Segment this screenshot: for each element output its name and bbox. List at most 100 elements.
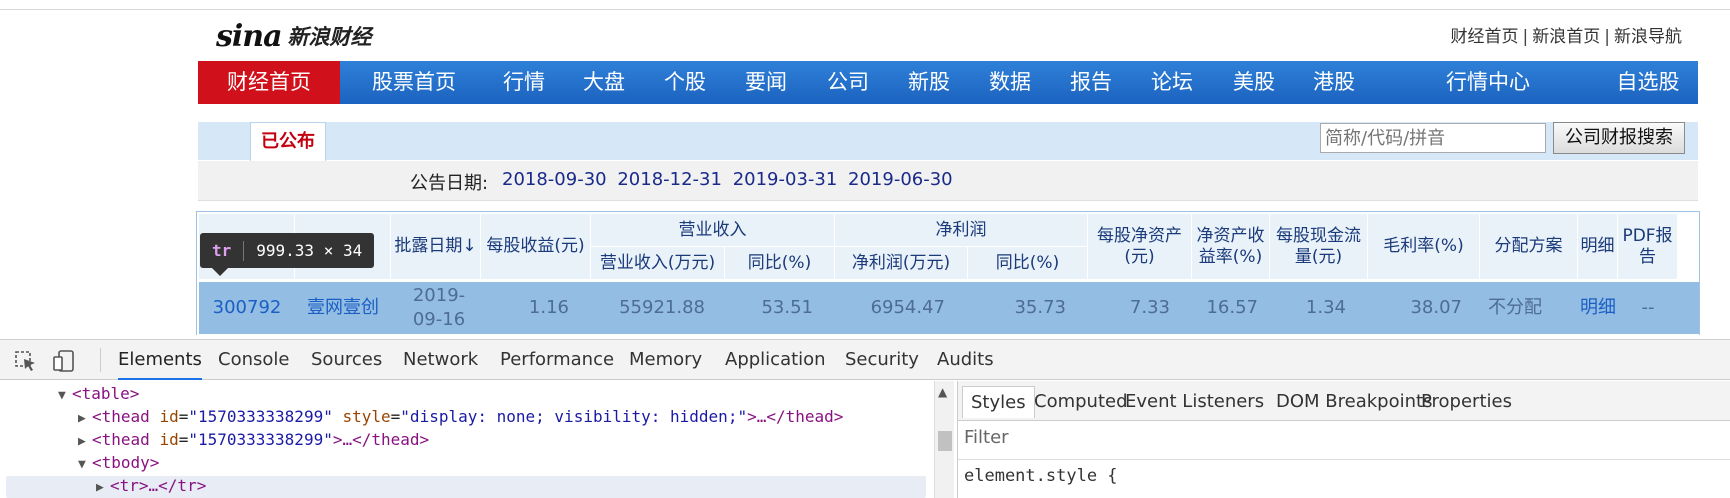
devtools-panel: Elements Console Sources Network Perform…	[0, 339, 1730, 498]
nav-item-stocks[interactable]: 个股	[655, 61, 715, 104]
device-toolbar-icon[interactable]	[52, 350, 76, 372]
nav-item-watchlist[interactable]: 自选股	[1598, 61, 1698, 104]
logo-wordmark: sina	[216, 18, 283, 54]
header-date[interactable]: 批露日期↓	[391, 214, 481, 280]
nav-item-us-stock[interactable]: 美股	[1224, 61, 1284, 104]
nav-item-new-stock[interactable]: 新股	[899, 61, 959, 104]
link-finance-home[interactable]: 财经首页	[1451, 27, 1519, 47]
dom-attr-value: "1570333338299"	[188, 430, 333, 449]
tab-sources[interactable]: Sources	[311, 340, 382, 380]
nav-item-finance-home[interactable]: 财经首页	[198, 61, 340, 104]
scroll-up-icon[interactable]: ▲	[938, 385, 947, 399]
date-link[interactable]: 2019-03-31	[733, 169, 838, 190]
report-subbar: 已公布 公司财报搜索	[198, 122, 1698, 161]
dom-node-thead-hidden[interactable]: ▶ <thead id="1570333338299" style="displa…	[78, 406, 843, 428]
link-separator: |	[1522, 27, 1529, 47]
tab-security[interactable]: Security	[845, 340, 919, 380]
inspect-element-icon[interactable]	[14, 350, 38, 372]
date-link[interactable]: 2018-12-31	[617, 169, 722, 190]
header-bvps[interactable]: 每股净资产(元)	[1088, 214, 1192, 280]
cell-dividend: 不分配	[1488, 297, 1542, 318]
scroll-thumb[interactable]	[938, 431, 952, 451]
tab-memory[interactable]: Memory	[629, 340, 702, 380]
tab-application[interactable]: Application	[725, 340, 826, 380]
header-gross-margin[interactable]: 毛利率(%)	[1368, 214, 1480, 280]
inspect-tooltip: tr 999.33 × 34	[200, 233, 375, 276]
styles-pane: Styles Computed Event Listeners DOM Brea…	[957, 381, 1730, 498]
header-roe[interactable]: 净资产收益率(%)	[1192, 214, 1270, 280]
collapse-triangle-icon[interactable]: ▼	[78, 454, 92, 476]
header-detail[interactable]: 明细	[1578, 214, 1618, 280]
main-nav: 财经首页 股票首页 行情 大盘 个股 要闻 公司 新股 数据 报告 论坛 美股 …	[198, 61, 1698, 104]
financial-report-table: 代码 名称 批露日期↓ 每股收益(元) 营业收入 营业收入(万元) 同比(%) …	[196, 211, 1700, 335]
dom-attr: style	[342, 407, 391, 426]
collapse-triangle-icon[interactable]: ▼	[58, 385, 72, 407]
dom-node-table[interactable]: ▼ <table>	[58, 383, 139, 405]
tooltip-size: 999.33 × 34	[256, 241, 363, 260]
header-profit[interactable]: 净利润(万元)	[835, 247, 968, 280]
header-revenue-yoy[interactable]: 同比(%)	[725, 247, 835, 280]
cell-revenue: 55921.88	[619, 297, 705, 318]
nav-item-market-center[interactable]: 行情中心	[1438, 61, 1538, 104]
header-cfps[interactable]: 每股现金流量(元)	[1270, 214, 1368, 280]
header-profit-group: 净利润	[835, 214, 1088, 247]
cell-cfps: 1.34	[1305, 297, 1346, 318]
nav-item-quotes[interactable]: 行情	[494, 61, 554, 104]
dom-scrollbar[interactable]: ▲	[934, 381, 954, 498]
tab-audits[interactable]: Audits	[937, 340, 994, 380]
header-dividend[interactable]: 分配方案	[1480, 214, 1578, 280]
tab-properties[interactable]: Properties	[1413, 386, 1520, 418]
report-search-button[interactable]: 公司财报搜索	[1553, 122, 1685, 154]
nav-item-forum[interactable]: 论坛	[1142, 61, 1202, 104]
cell-profit-yoy: 35.73	[1014, 297, 1066, 318]
cell-code[interactable]: 300792	[199, 282, 295, 334]
link-sina-home[interactable]: 新浪首页	[1532, 27, 1600, 47]
tab-elements[interactable]: Elements	[118, 340, 202, 380]
dom-tag: <table>	[72, 384, 140, 403]
expand-triangle-icon[interactable]: ▶	[78, 431, 92, 453]
nav-item-data[interactable]: 数据	[980, 61, 1040, 104]
tab-performance[interactable]: Performance	[500, 340, 614, 380]
nav-item-market[interactable]: 大盘	[574, 61, 634, 104]
sina-finance-logo[interactable]: sina 新浪财经	[216, 14, 372, 58]
stock-search-input[interactable]	[1320, 123, 1546, 153]
dom-node-tr[interactable]: ▶ <tr>…</tr>	[96, 475, 206, 497]
dom-attr: id	[159, 430, 179, 449]
nav-item-news[interactable]: 要闻	[736, 61, 796, 104]
dom-tag: <thead	[92, 407, 150, 426]
date-label: 公告日期:	[410, 173, 489, 194]
tab-event-listeners[interactable]: Event Listeners	[1117, 386, 1272, 418]
toolbar-divider	[100, 348, 101, 372]
header-eps[interactable]: 每股收益(元)	[481, 214, 591, 280]
cell-detail-link[interactable]: 明细	[1578, 282, 1618, 334]
nav-item-company[interactable]: 公司	[818, 61, 878, 104]
dom-node-tbody[interactable]: ▼ <tbody>	[78, 452, 159, 474]
expand-triangle-icon[interactable]: ▶	[96, 477, 110, 498]
link-sina-nav[interactable]: 新浪导航	[1614, 27, 1682, 47]
date-link[interactable]: 2019-06-30	[848, 169, 953, 190]
announcement-date-bar: 公告日期: 2018-09-30 2018-12-31 2019-03-31 2…	[198, 161, 1698, 201]
nav-item-reports[interactable]: 报告	[1061, 61, 1121, 104]
dom-node-thead[interactable]: ▶ <thead id="1570333338299">…</thead>	[78, 429, 429, 451]
nav-item-stock-home[interactable]: 股票首页	[364, 61, 464, 104]
cell-name[interactable]: 壹网壹创	[295, 282, 391, 334]
element-style-rule[interactable]: element.style {	[964, 466, 1118, 486]
tab-network[interactable]: Network	[403, 340, 478, 380]
styles-filter-input[interactable]: Filter	[964, 427, 1009, 448]
dom-attr: id	[159, 407, 179, 426]
dom-attr-value: "1570333338299"	[188, 407, 333, 426]
cell-pdf[interactable]: --	[1618, 282, 1678, 334]
header-revenue[interactable]: 营业收入(万元)	[591, 247, 725, 280]
nav-item-hk-stock[interactable]: 港股	[1304, 61, 1364, 104]
link-separator: |	[1604, 27, 1610, 47]
header-profit-yoy[interactable]: 同比(%)	[968, 247, 1088, 280]
tab-styles[interactable]: Styles	[962, 386, 1035, 418]
cell-date: 2019-09-16	[412, 285, 466, 330]
tooltip-tag: tr	[212, 241, 232, 260]
date-link[interactable]: 2018-09-30	[502, 169, 607, 190]
header-pdf[interactable]: PDF报告	[1618, 214, 1678, 280]
logo-text: 新浪财经	[287, 25, 372, 49]
expand-triangle-icon[interactable]: ▶	[78, 408, 92, 430]
tab-published[interactable]: 已公布	[250, 122, 326, 161]
tab-console[interactable]: Console	[218, 340, 289, 380]
